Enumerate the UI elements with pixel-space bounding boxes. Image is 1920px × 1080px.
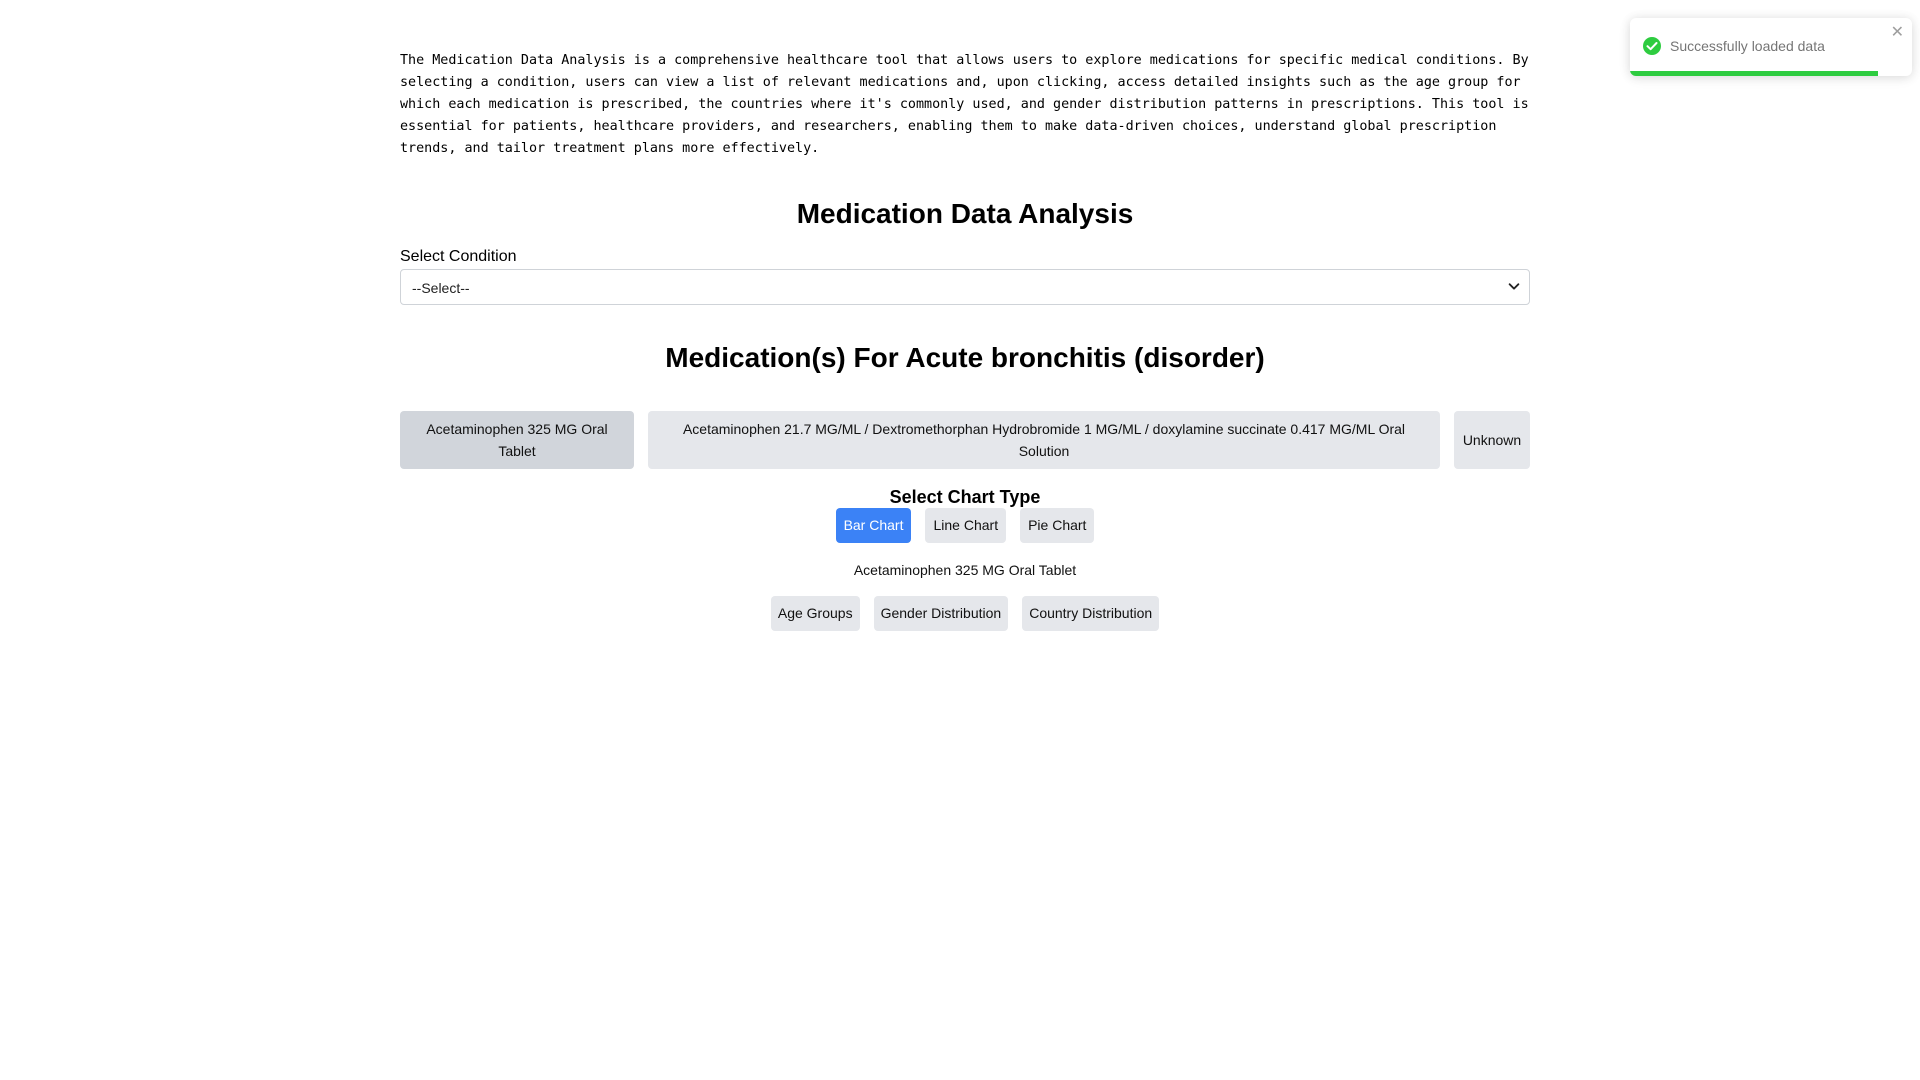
bar-chart-button[interactable]: Bar Chart (835, 508, 912, 543)
chart-type-selector: Bar Chart Line Chart Pie Chart (400, 508, 1530, 543)
medication-button-acetaminophen-solution[interactable]: Acetaminophen 21.7 MG/ML / Dextromethorp… (648, 411, 1440, 469)
page-title: Medication Data Analysis (796, 198, 1134, 229)
chart-type-title: Select Chart Type (889, 487, 1041, 507)
chevron-down-icon (1508, 283, 1520, 290)
gender-distribution-button[interactable]: Gender Distribution (873, 596, 1009, 631)
success-toast: Successfully loaded data ✕ (1630, 18, 1912, 76)
pie-chart-button[interactable]: Pie Chart (1020, 508, 1095, 543)
toast-progress-bar (1630, 71, 1912, 76)
check-circle-icon (1643, 37, 1661, 55)
medication-button-label: Unknown (1462, 432, 1522, 448)
distribution-tabs: Age Groups Gender Distribution Country D… (400, 596, 1530, 631)
intro-paragraph: The Medication Data Analysis is a compre… (400, 53, 1529, 156)
medication-button-label: Acetaminophen 21.7 MG/ML / Dextromethorp… (682, 421, 1406, 459)
condition-select-label: Select Condition (400, 248, 517, 265)
condition-select[interactable]: --Select-- (400, 269, 1530, 305)
age-groups-button[interactable]: Age Groups (770, 596, 860, 631)
line-chart-button[interactable]: Line Chart (925, 508, 1007, 543)
selected-medication-label: Acetaminophen 325 MG Oral Tablet (853, 562, 1077, 578)
close-icon[interactable]: ✕ (1891, 22, 1904, 42)
medications-title: Medication(s) For Acute bronchitis (diso… (665, 342, 1265, 373)
medication-button-acetaminophen-325[interactable]: Acetaminophen 325 MG Oral Tablet (400, 411, 634, 469)
country-distribution-button[interactable]: Country Distribution (1022, 596, 1160, 631)
medication-button-unknown[interactable]: Unknown (1454, 411, 1530, 469)
medication-list: Acetaminophen 325 MG Oral Tablet Acetami… (400, 411, 1530, 469)
toast-message: Successfully loaded data (1670, 38, 1825, 54)
main-container: The Medication Data Analysis is a compre… (400, 50, 1530, 631)
medication-button-label: Acetaminophen 325 MG Oral Tablet (426, 421, 608, 459)
toast-progress-fill (1630, 71, 1879, 76)
condition-select-value: --Select-- (412, 280, 470, 296)
